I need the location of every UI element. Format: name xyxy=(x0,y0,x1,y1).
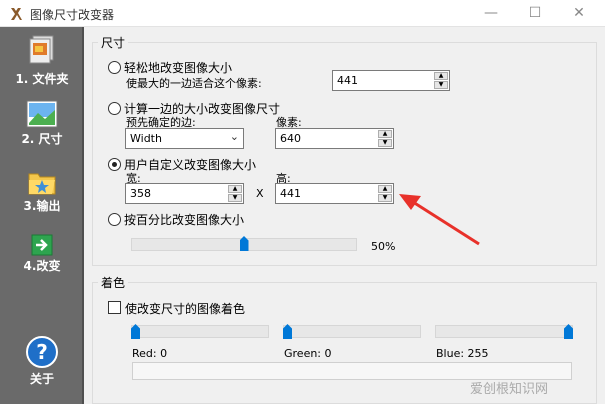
blue-value-label: Blue: 255 xyxy=(436,347,489,360)
colorize-label: 使改变尺寸的图像着色 xyxy=(125,302,246,316)
close-button[interactable]: ✕ xyxy=(557,0,601,27)
sidebar-item-label: 关于 xyxy=(29,372,54,386)
color-group-title: 着色 xyxy=(98,274,129,291)
radio-button[interactable] xyxy=(108,101,121,115)
help-icon: ? xyxy=(26,336,58,368)
sidebar-item-folder[interactable]: 1. 文件夹 xyxy=(0,33,84,87)
sidebar-item-label: 2. 尺寸 xyxy=(21,132,63,146)
sidebar-item-label: 1. 文件夹 xyxy=(15,72,69,86)
svg-text:?: ? xyxy=(36,340,48,364)
radio-easy-resize[interactable]: 轻松地改变图像大小 xyxy=(108,59,232,75)
red-value-label: Red: 0 xyxy=(132,347,168,360)
green-value-label: Green: 0 xyxy=(284,347,332,360)
spin-arrows: ▲ ▼ xyxy=(228,185,242,202)
radio-button[interactable] xyxy=(108,60,121,74)
spin-arrows: ▲ ▼ xyxy=(378,185,392,202)
spin-down-button[interactable]: ▼ xyxy=(378,194,392,202)
pixels-input[interactable]: 640 ▲ ▼ xyxy=(275,128,394,149)
height-input[interactable]: 441 ▲ ▼ xyxy=(275,183,394,204)
window-title: 图像尺寸改变器 xyxy=(30,8,115,22)
side-select[interactable]: Width ⌄ xyxy=(125,128,244,149)
picture-icon xyxy=(26,100,58,128)
spin-up-button[interactable]: ▲ xyxy=(434,72,448,80)
chevron-down-icon: ⌄ xyxy=(229,130,239,143)
spin-down-button[interactable]: ▼ xyxy=(434,81,448,89)
width-input[interactable]: 358 ▲ ▼ xyxy=(125,183,244,204)
folder-star-icon xyxy=(28,173,56,195)
title-bar: 图像尺寸改变器 — ☐ ✕ xyxy=(0,0,605,27)
radio-label: 用户自定义改变图像大小 xyxy=(124,157,257,172)
folder-images-icon xyxy=(29,35,54,64)
sidebar-item-size[interactable]: 2. 尺寸 xyxy=(0,99,84,147)
minimize-button[interactable]: — xyxy=(469,0,513,27)
radio-label: 按百分比改变图像大小 xyxy=(124,212,245,227)
spin-down-button[interactable]: ▼ xyxy=(378,139,392,147)
longest-side-input[interactable]: 441 ▲ ▼ xyxy=(332,70,450,91)
x-separator: X xyxy=(256,187,264,200)
colorize-checkbox[interactable] xyxy=(108,301,121,314)
radio-button[interactable] xyxy=(108,212,121,226)
spin-down-button[interactable]: ▼ xyxy=(228,194,242,202)
sidebar-item-output[interactable]: 3.输出 xyxy=(0,168,84,214)
percent-value: 50% xyxy=(371,240,396,253)
green-slider-track[interactable] xyxy=(283,325,421,338)
sidebar-item-label: 3.输出 xyxy=(23,199,61,213)
spin-arrows: ▲ ▼ xyxy=(378,130,392,147)
spin-up-button[interactable]: ▲ xyxy=(228,185,242,193)
blue-slider-track[interactable] xyxy=(435,325,573,338)
sidebar-item-change[interactable]: 4.改变 xyxy=(0,234,84,274)
longest-side-label: 使最大的一边适合这个像素: xyxy=(126,77,262,90)
spin-up-button[interactable]: ▲ xyxy=(378,130,392,138)
size-group-title: 尺寸 xyxy=(98,34,129,51)
about-button[interactable]: ? 关于 xyxy=(0,335,84,387)
app-icon xyxy=(11,8,22,20)
radio-label: 轻松地改变图像大小 xyxy=(124,60,233,75)
red-slider-track[interactable] xyxy=(131,325,269,338)
watermark: 爱创根知识网 xyxy=(470,382,549,397)
radio-button[interactable] xyxy=(108,157,121,171)
maximize-button[interactable]: ☐ xyxy=(513,0,557,27)
sidebar: 1. 文件夹 2. 尺寸 3.输出 4.改变 ? 关于 xyxy=(0,27,84,404)
sidebar-item-label: 4.改变 xyxy=(23,259,61,273)
spin-arrows: ▲ ▼ xyxy=(434,72,448,89)
green-arrow-icon xyxy=(31,234,53,256)
radio-percent[interactable]: 按百分比改变图像大小 xyxy=(108,211,244,227)
spin-up-button[interactable]: ▲ xyxy=(378,185,392,193)
